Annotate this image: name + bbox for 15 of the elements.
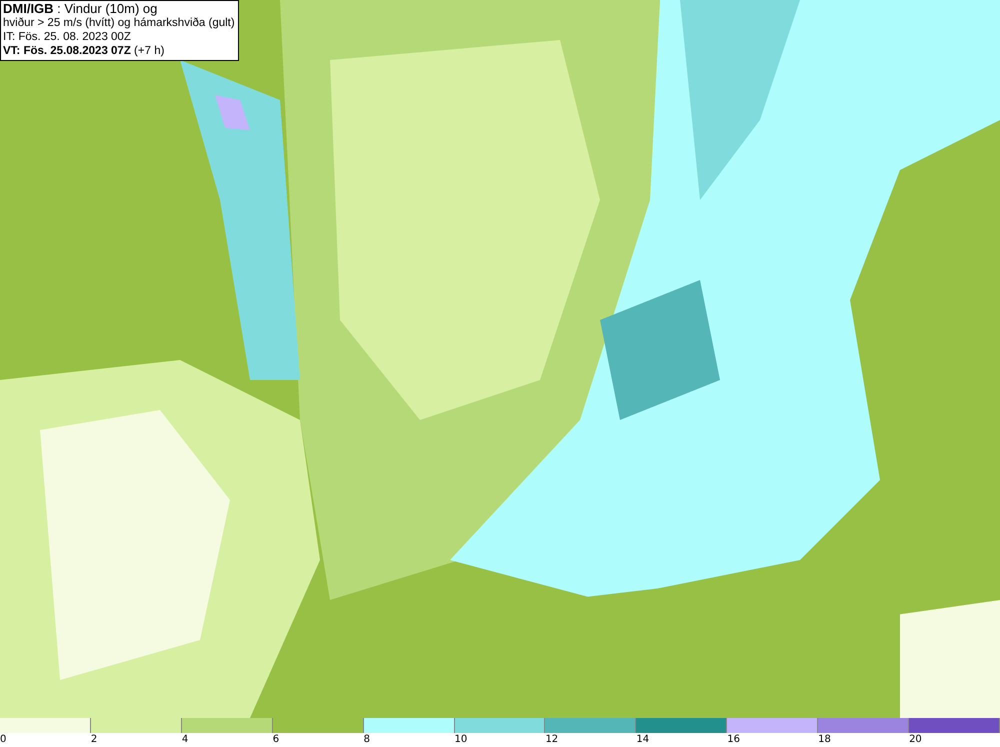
- legend-tick-label: 8: [364, 733, 370, 747]
- legend-tick-label: 6: [272, 733, 280, 747]
- legend-tick-label: 14: [636, 733, 650, 747]
- title-line: IT: Fös. 25. 08. 2023 00Z: [3, 30, 132, 44]
- legend-tick-label: 12: [545, 733, 558, 747]
- legend-tick-label: 4: [182, 733, 188, 747]
- legend-tick-label: 10: [454, 733, 468, 747]
- title-line: DMI/IGB : Vindur (10m) og: [3, 2, 158, 16]
- legend-tick-label: 16: [727, 733, 740, 747]
- title-line: hviður > 25 m/s (hvítt) og hámarkshviða (gult): [3, 16, 235, 30]
- legend-tick-label: 2: [90, 733, 98, 747]
- legend-tick-label: 20: [909, 733, 922, 747]
- legend-tick-label: 0: [0, 733, 6, 747]
- legend-tick-label: 18: [818, 733, 831, 747]
- title-line: VT: Fös. 25.08.2023 07Z (+7 h): [3, 44, 166, 58]
